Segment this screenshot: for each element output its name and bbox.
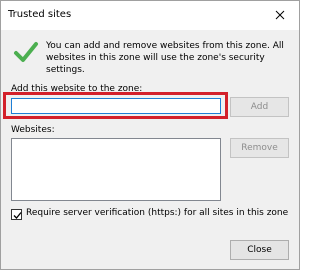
trusted-sites-dialog: Trusted sites You can add and remove web… xyxy=(0,0,300,270)
websites-label: Websites: xyxy=(11,125,55,135)
intro-text: You can add and remove websites from thi… xyxy=(46,41,284,75)
window-title: Trusted sites xyxy=(8,9,72,20)
checkbox-check-icon xyxy=(13,212,22,219)
https-verification-label[interactable]: Require server verification (https:) for… xyxy=(26,208,288,218)
add-website-input[interactable] xyxy=(11,98,221,114)
https-verification-checkbox[interactable] xyxy=(11,209,22,220)
checkmark-icon xyxy=(14,42,38,62)
websites-list[interactable] xyxy=(11,138,221,201)
close-icon[interactable] xyxy=(272,7,288,23)
title-bar: Trusted sites xyxy=(1,1,299,30)
add-button[interactable]: Add xyxy=(230,97,289,117)
remove-button[interactable]: Remove xyxy=(230,138,289,158)
close-button[interactable]: Close xyxy=(230,240,289,260)
